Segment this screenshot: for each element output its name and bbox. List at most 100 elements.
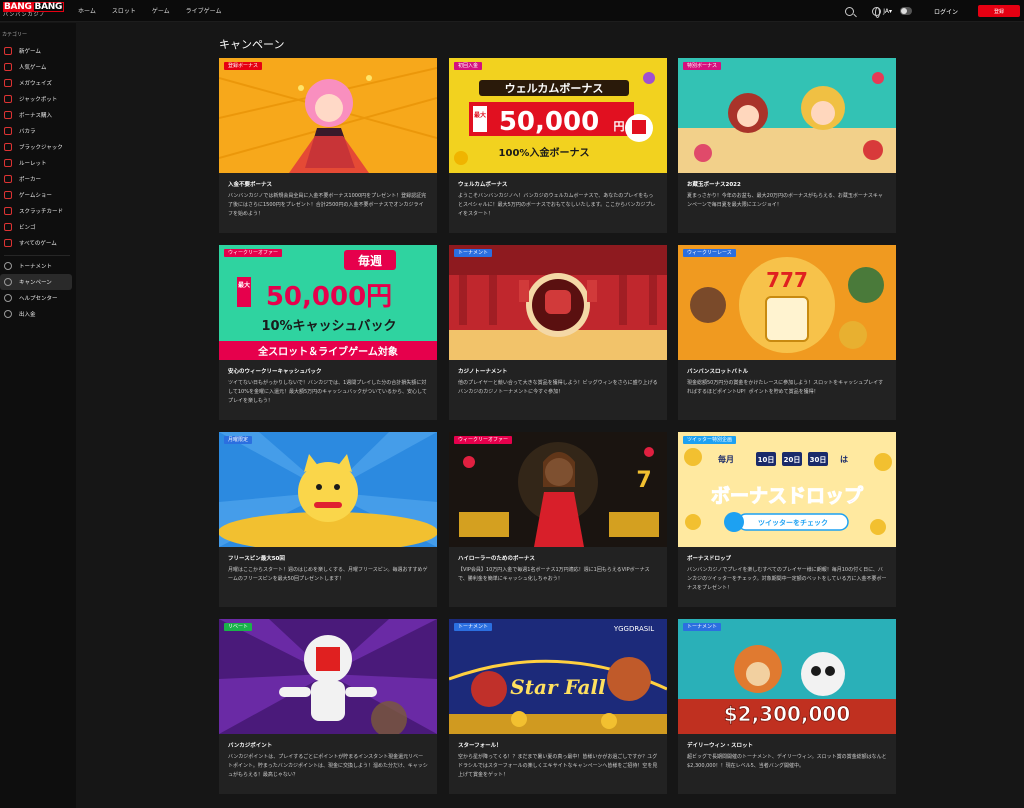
- promo-badge: 月曜限定: [224, 436, 253, 444]
- promo-banner: 7: [449, 432, 667, 547]
- sidebar-item-game-show[interactable]: ゲームショー: [0, 187, 76, 203]
- promo-card-welcome[interactable]: ウェルカムボーナス 最大 50,000 円 100%入金ボーナス 初回入金 ウェ…: [449, 58, 667, 233]
- sidebar-item-deposit-withdraw[interactable]: 出入金: [0, 306, 76, 322]
- promo-card-tournament[interactable]: トーナメント カジノトーナメント 他のプレイヤーと競い合って大きな賞品を獲得しよ…: [449, 245, 667, 420]
- promo-banner: [219, 619, 437, 734]
- sidebar-item-help-center[interactable]: ヘルプセンター: [0, 290, 76, 306]
- sidebar-item-all-games[interactable]: すべてのゲーム: [0, 235, 76, 251]
- campaign-icon: [4, 278, 12, 286]
- promo-title: カジノトーナメント: [458, 369, 508, 375]
- help-icon: [4, 294, 12, 302]
- sidebar: カテゴリー 新ゲーム 人気ゲーム メガウェイズ ジャックポット ボーナス購入 バ…: [0, 23, 76, 808]
- promo-description: ツイてない日もがっかりしないで！バンカジでは、1週間プレイした分の合計損失額に対…: [228, 380, 427, 404]
- sidebar-item-baccarat[interactable]: バカラ: [0, 123, 76, 139]
- baccarat-icon: [4, 127, 12, 135]
- sidebar-item-campaign[interactable]: キャンペーン: [0, 274, 72, 290]
- promo-description: バンバンカジノでプレイを楽しむすべてのプレイヤー様に朗報！毎月10の付く日に、バ…: [687, 567, 887, 591]
- banner-text: YGGDRASIL: [613, 625, 654, 633]
- banner-text: 50,000円: [266, 282, 392, 312]
- promo-card-registration[interactable]: 登録ボーナス 入金不要ボーナス バンバンカジノでは新規会員全員に入金不要ボーナス…: [219, 58, 437, 233]
- banner-text: ボーナスドロップ: [711, 484, 864, 507]
- daily-win-banner: $2,300,000: [678, 619, 896, 734]
- banner-text: 10%キャッシュバック: [261, 319, 396, 334]
- promo-banner: 毎月 10日 20日 30日 は ボーナスドロップ ツイッターをチェック: [678, 432, 896, 547]
- promo-description: 夏まっさかり！今年のお盆も、最大20万円のボーナスがもらえる、お蔵玉ボーナスキャ…: [687, 193, 883, 208]
- language-selector[interactable]: JA▾: [872, 6, 892, 18]
- promo-card-weekly-cashback[interactable]: 毎週 最大 50,000円 10%キャッシュバック 全スロット＆ライブゲーム対象…: [219, 245, 437, 420]
- sidebar-item-label: ジャックポット: [19, 97, 58, 103]
- sidebar-item-label: ゲームショー: [19, 193, 52, 199]
- roulette-icon: [4, 159, 12, 167]
- bonus-drop-banner: 毎月 10日 20日 30日 は ボーナスドロップ ツイッターをチェック: [678, 432, 896, 547]
- slot-battle-banner: 777: [678, 245, 896, 360]
- sidebar-item-jackpot[interactable]: ジャックポット: [0, 91, 76, 107]
- nav-games[interactable]: ゲーム: [152, 6, 170, 15]
- sidebar-item-popular[interactable]: 人気ゲーム: [0, 59, 76, 75]
- sidebar-item-label: 出入金: [19, 312, 36, 318]
- promo-card-daily-win[interactable]: $2,300,000 トーナメント デイリーウィン・スロット 超ビッグで長期間開…: [678, 619, 896, 794]
- sidebar-item-label: すべてのゲーム: [19, 241, 57, 247]
- sidebar-item-label: メガウェイズ: [19, 81, 52, 87]
- promo-description: バンカジポイントは、プレイするごとにポイントが貯まるインスタント現金還元リベート…: [228, 754, 428, 778]
- banner-text: は: [840, 455, 848, 464]
- promo-banner: [678, 58, 896, 173]
- language-label: JA▾: [883, 7, 892, 15]
- sidebar-item-bonus-buy[interactable]: ボーナス購入: [0, 107, 76, 123]
- logo-subtitle: バンバンカジノ: [3, 11, 46, 18]
- theme-toggle[interactable]: [899, 7, 912, 15]
- search-icon[interactable]: [845, 6, 855, 16]
- promo-card-bangkaji-points[interactable]: リベート バンカジポイント バンカジポイントは、プレイするごとにポイントが貯まる…: [219, 619, 437, 794]
- promo-description: 【VIP会員】10万円入金で毎週1名ボーナス1万円適応！週に1回もらえるVIPボ…: [458, 567, 650, 582]
- promo-badge: 初回入金: [454, 62, 483, 70]
- sidebar-category-label: カテゴリー: [2, 32, 28, 38]
- blackjack-icon: [4, 143, 12, 151]
- new-games-icon: [4, 47, 12, 55]
- lucky-cat-banner: [219, 432, 437, 547]
- promo-title: フリースピン最大50回: [228, 556, 285, 562]
- promo-title: ボーナスドロップ: [687, 556, 732, 562]
- top-bar: BANG BANG バンバンカジノ ホーム スロット ゲーム ライブゲーム JA▾…: [0, 0, 1024, 22]
- sidebar-item-scratch-card[interactable]: スクラッチカード: [0, 203, 76, 219]
- promo-badge: ツイッター特別企画: [683, 436, 737, 444]
- svg-text:7: 7: [636, 468, 651, 493]
- sidebar-item-tournament[interactable]: トーナメント: [0, 258, 76, 274]
- sidebar-item-bingo[interactable]: ビンゴ: [0, 219, 76, 235]
- sidebar-item-blackjack[interactable]: ブラックジャック: [0, 139, 76, 155]
- banner-text: 円: [614, 120, 625, 133]
- login-button[interactable]: ログイン: [934, 7, 958, 16]
- register-button[interactable]: 登録: [978, 5, 1020, 17]
- promo-card-monday-spins[interactable]: 月曜限定 フリースピン最大50回 月曜はここからスタート！週のはじめを楽しくする…: [219, 432, 437, 607]
- promo-title: 安心のウィークリーキャッシュバック: [228, 369, 322, 375]
- promo-card-bonus-drop[interactable]: 毎月 10日 20日 30日 は ボーナスドロップ ツイッターをチェック ツイッ…: [678, 432, 896, 607]
- sidebar-item-new-games[interactable]: 新ゲーム: [0, 43, 76, 59]
- promo-card-star-fall[interactable]: YGGDRASIL Star Fall トーナメント スターフォール！ 空から星…: [449, 619, 667, 794]
- promo-description: 他のプレイヤーと競い合って大きな賞品を獲得しよう！ビッグウィンをさらに盛り上げる…: [458, 380, 658, 395]
- sidebar-item-megaways[interactable]: メガウェイズ: [0, 75, 76, 91]
- banner-text: 20日: [784, 456, 801, 464]
- promo-description: 現金総額50万円分の賞金をかけたレースに参加しよう！スロットをキャッシュプレイす…: [687, 380, 884, 395]
- banner-text: 最大: [238, 281, 250, 289]
- sidebar-item-poker[interactable]: ポーカー: [0, 171, 76, 187]
- nav-slots[interactable]: スロット: [112, 6, 136, 15]
- sidebar-divider: [4, 255, 70, 256]
- promo-card-special[interactable]: 特別ボーナス お蔵玉ボーナス2022 夏まっさかり！今年のお盆も、最大20万円の…: [678, 58, 896, 233]
- sidebar-item-label: バカラ: [19, 129, 36, 135]
- nav-home[interactable]: ホーム: [78, 6, 96, 15]
- promo-badge: ウィークリーオファー: [224, 249, 283, 257]
- promo-banner: [219, 58, 437, 173]
- nav-live-games[interactable]: ライブゲーム: [186, 6, 222, 15]
- promo-badge: トーナメント: [683, 623, 722, 631]
- banner-text: 777: [766, 268, 808, 292]
- bangbang-logo[interactable]: BANG BANG バンバンカジノ: [0, 0, 65, 22]
- sidebar-item-roulette[interactable]: ルーレット: [0, 155, 76, 171]
- promo-badge: 登録ボーナス: [224, 62, 263, 70]
- sidebar-item-label: ブラックジャック: [19, 145, 63, 151]
- promo-card-slot-battle[interactable]: 777 ウィークリーレース バンバンスロットバトル 現金総額50万円分の賞金をか…: [678, 245, 896, 420]
- promo-description: ようこそバンバンカジノへ！バンカジのウェルカムボーナスで、あなたのプレイをもっと…: [458, 193, 656, 217]
- promo-banner: 777: [678, 245, 896, 360]
- banner-text: 50,000: [499, 107, 599, 137]
- promo-card-highroller[interactable]: 7 ウィークリーオファー ハイローラーのためのボーナス 【VIP会員】10万円入…: [449, 432, 667, 607]
- promo-banner: 毎週 最大 50,000円 10%キャッシュバック 全スロット＆ライブゲーム対象: [219, 245, 437, 360]
- robot-mascot-banner: [219, 619, 437, 734]
- banner-text: Star Fall: [510, 675, 606, 699]
